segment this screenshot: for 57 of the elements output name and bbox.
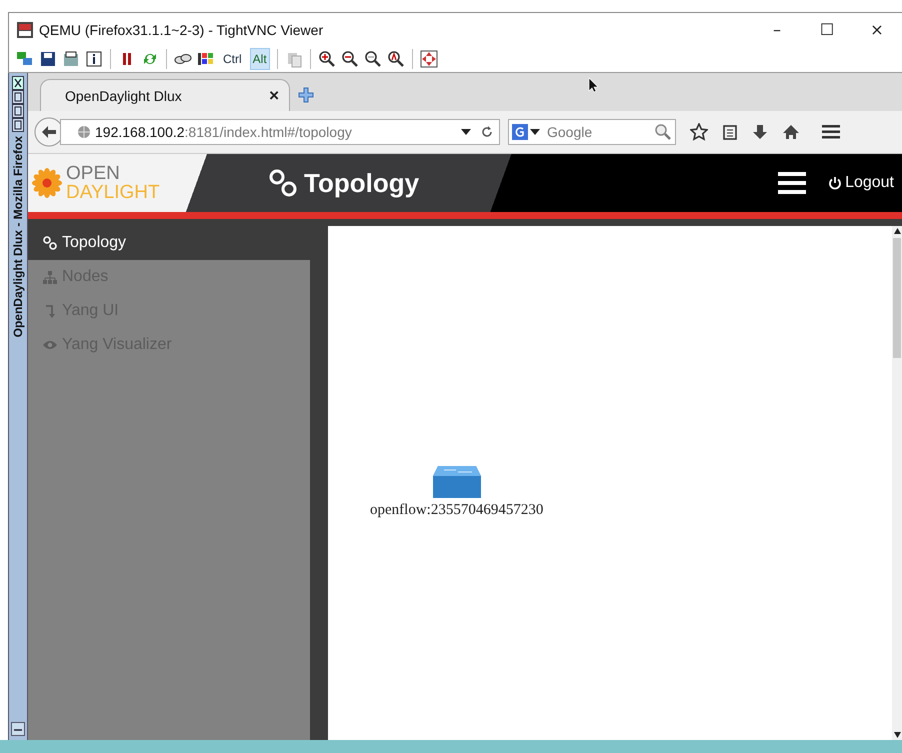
logo-text: DAYLIGHT [66, 183, 160, 202]
hierarchy-icon [43, 270, 57, 284]
options-icon[interactable] [62, 50, 80, 68]
logout-button[interactable]: Logout [828, 174, 894, 192]
globe-icon [77, 125, 91, 139]
node-label: openflow:235570469457230 [370, 502, 544, 519]
google-icon[interactable] [512, 124, 528, 140]
maximize-button[interactable]: ☐ [802, 20, 852, 39]
windows-flag-icon[interactable] [197, 50, 215, 68]
home-icon[interactable] [782, 124, 800, 140]
minimize-button[interactable]: – [752, 20, 802, 39]
power-icon [828, 176, 842, 190]
info-icon[interactable] [85, 50, 103, 68]
connection-icon[interactable] [16, 50, 34, 68]
close-button[interactable]: × [852, 20, 902, 39]
zoom-reset-icon[interactable] [364, 50, 382, 68]
menu-icon[interactable] [778, 172, 806, 194]
arrow-icon [43, 304, 57, 318]
browser-tab[interactable]: OpenDaylight Dlux × [40, 79, 290, 111]
logo-text: OPEN [66, 164, 121, 183]
reading-list-icon[interactable] [722, 124, 738, 140]
close-tab-button[interactable]: × [269, 86, 279, 106]
zoom-out-icon[interactable] [340, 50, 359, 68]
search-field[interactable]: Google [508, 119, 676, 145]
download-icon[interactable] [752, 124, 768, 140]
eye-icon [43, 338, 57, 352]
new-tab-icon[interactable] [298, 87, 314, 103]
mouse-cursor-icon [588, 77, 598, 93]
address-field[interactable]: 192.168.100.2:8181/index.html#/topology [60, 119, 500, 145]
url-text: 192.168.100.2:8181/index.html#/topology [95, 124, 353, 140]
window-buttons-icon[interactable] [12, 76, 24, 132]
flower-logo-icon [32, 168, 62, 198]
reload-icon[interactable] [481, 126, 493, 138]
sidebar-item[interactable]: Topology [28, 226, 310, 260]
save-icon[interactable] [39, 50, 57, 68]
zoom-in-icon[interactable] [318, 50, 336, 68]
star-icon[interactable] [690, 123, 708, 141]
scroll-up-icon[interactable] [892, 226, 902, 236]
key-toggle[interactable]: Ctrl [220, 48, 245, 70]
fullscreen-icon[interactable] [420, 50, 438, 68]
minimize-icon[interactable] [11, 722, 25, 736]
link-icon [43, 236, 57, 250]
tab-title: OpenDaylight Dlux [65, 88, 183, 104]
scrollbar-thumb[interactable] [893, 238, 901, 358]
window-title: OpenDaylight Dlux - Mozilla Firefox [11, 136, 25, 338]
scroll-down-icon[interactable] [892, 730, 902, 740]
menu-icon[interactable] [822, 125, 840, 139]
topology-icon [268, 168, 298, 198]
search-icon[interactable] [655, 124, 671, 140]
dropdown-icon[interactable] [530, 128, 540, 136]
window-title: QEMU (Firefox31.1.1~2-3) - TightVNC Viewer [39, 22, 324, 38]
zoom-auto-icon[interactable] [386, 50, 405, 68]
network-switch-icon[interactable] [432, 464, 482, 500]
key-toggle[interactable]: Alt [250, 48, 270, 70]
page-title: Topology [304, 168, 420, 198]
vnc-logo-icon [17, 22, 33, 38]
dropdown-icon[interactable] [461, 128, 471, 136]
